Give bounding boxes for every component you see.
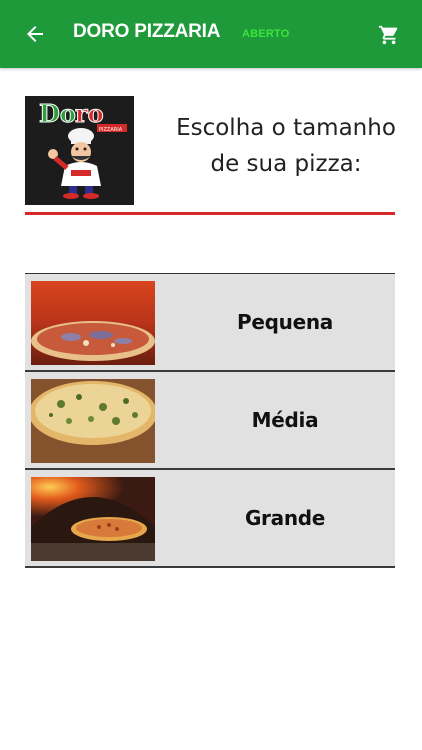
app-title: DORO PIZZARIA bbox=[73, 21, 221, 42]
divider bbox=[25, 212, 395, 215]
svg-text:PIZZARIA: PIZZARIA bbox=[99, 127, 123, 133]
size-option-media[interactable]: Média bbox=[25, 372, 395, 470]
size-option-grande[interactable]: Grande bbox=[25, 470, 395, 568]
size-label: Média bbox=[251, 408, 319, 432]
chef-mascot-logo: Do ro PIZZARIA bbox=[25, 96, 134, 205]
pizza-size-list: Pequena Média Grande bbox=[25, 273, 395, 568]
pizza-small-photo bbox=[31, 281, 155, 365]
restaurant-logo: Do ro PIZZARIA bbox=[25, 96, 134, 205]
pizza-large-oven-photo bbox=[31, 477, 155, 561]
size-option-pequena[interactable]: Pequena bbox=[25, 274, 395, 372]
back-button[interactable] bbox=[14, 18, 56, 50]
pizza-medium-photo bbox=[31, 379, 155, 463]
heading-line-1: Escolha o tamanho bbox=[176, 115, 396, 141]
cart-button[interactable] bbox=[372, 20, 406, 50]
size-label: Pequena bbox=[237, 310, 333, 334]
status-badge: ABERTO bbox=[242, 28, 290, 40]
app-screen: DORO PIZZARIA ABERTO Do ro PIZZARIA Esco… bbox=[0, 0, 422, 750]
arrow-left-icon bbox=[27, 26, 43, 42]
heading-line-2: de sua pizza: bbox=[210, 151, 362, 177]
page-heading: Escolha o tamanho de sua pizza: bbox=[160, 110, 412, 182]
svg-text:ro: ro bbox=[75, 99, 104, 128]
cart-icon bbox=[378, 25, 398, 45]
app-bar: DORO PIZZARIA ABERTO bbox=[0, 0, 422, 68]
svg-text:Do: Do bbox=[39, 99, 76, 128]
size-label: Grande bbox=[244, 506, 326, 530]
